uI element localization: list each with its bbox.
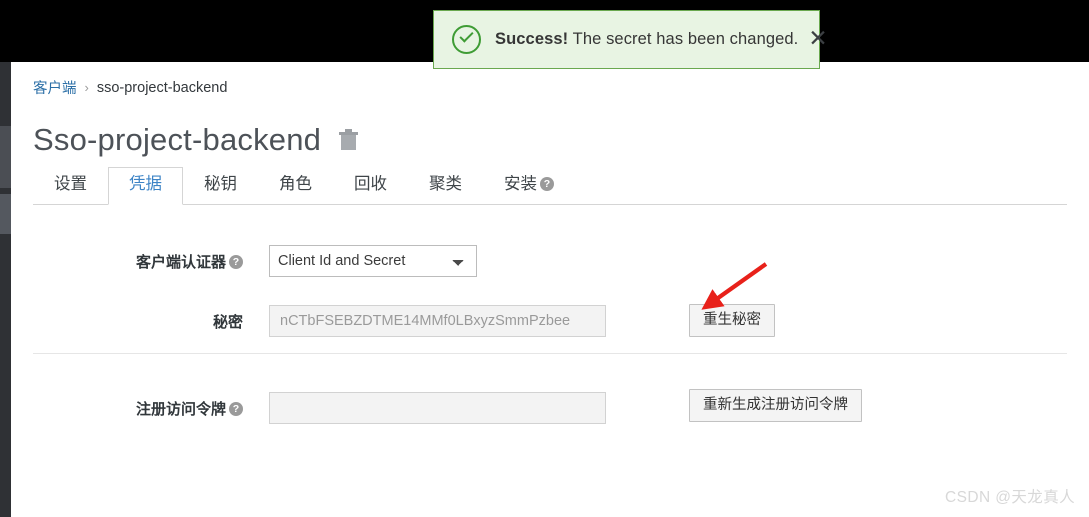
tab-roles-label: 角色 xyxy=(279,175,312,194)
tab-keys[interactable]: 秘钥 xyxy=(183,167,258,205)
breadcrumb-current: sso-project-backend xyxy=(96,79,228,96)
trash-can xyxy=(341,135,357,150)
main-content: 客户端 › sso-project-backend Sso-project-ba… xyxy=(11,62,1089,517)
tab-keys-label: 秘钥 xyxy=(204,175,237,194)
breadcrumb: 客户端 › sso-project-backend xyxy=(33,77,227,98)
regenerate-secret-button[interactable]: 重生秘密 xyxy=(689,304,775,338)
alert-strong-text: Success! xyxy=(495,30,569,48)
tab-clustering-label: 聚类 xyxy=(429,175,462,194)
breadcrumb-parent-link[interactable]: 客户端 xyxy=(33,77,77,98)
form-row-secret: 秘密 重生秘密 xyxy=(33,292,1067,350)
tab-installation-label: 安装 xyxy=(504,175,537,194)
registration-token-control xyxy=(269,392,606,424)
watermark: CSDN @天龙真人 xyxy=(945,489,1075,506)
tab-settings[interactable]: 设置 xyxy=(33,167,108,205)
rail-segment-2[interactable] xyxy=(0,194,11,234)
page-title: Sso-project-backend xyxy=(33,122,322,157)
tab-roles[interactable]: 角色 xyxy=(258,167,333,205)
tab-revocation[interactable]: 回收 xyxy=(333,167,408,205)
alert-body-text: The secret has been changed. xyxy=(568,30,799,48)
client-authenticator-select[interactable]: Client Id and Secret xyxy=(269,245,477,277)
form-divider xyxy=(33,353,1067,354)
success-alert: Success! The secret has been changed. ✕ xyxy=(433,10,828,69)
trash-icon[interactable] xyxy=(339,129,359,151)
form-row-authenticator: 客户端认证器? Client Id and Secret xyxy=(33,232,1067,290)
authenticator-label: 客户端认证器? xyxy=(33,251,269,272)
authenticator-control: Client Id and Secret xyxy=(269,245,477,277)
tab-credentials[interactable]: 凭据 xyxy=(108,167,183,205)
tab-credentials-label: 凭据 xyxy=(129,175,162,194)
help-icon[interactable]: ? xyxy=(540,177,554,192)
tab-revocation-label: 回收 xyxy=(354,175,387,194)
page-title-row: Sso-project-backend xyxy=(33,122,359,158)
breadcrumb-separator-icon: › xyxy=(84,80,89,95)
tab-settings-label: 设置 xyxy=(54,175,87,194)
registration-token-label: 注册访问令牌? xyxy=(33,398,269,419)
authenticator-label-text: 客户端认证器 xyxy=(135,253,226,271)
tab-installation[interactable]: 安装? xyxy=(483,167,575,205)
check-circle-icon xyxy=(452,25,481,54)
tab-bar: 设置 凭据 秘钥 角色 回收 聚类 安装? xyxy=(33,167,1067,205)
help-icon[interactable]: ? xyxy=(229,401,243,416)
secret-input[interactable] xyxy=(269,305,606,337)
secret-label: 秘密 xyxy=(212,313,243,331)
help-icon[interactable]: ? xyxy=(229,254,243,269)
registration-token-input[interactable] xyxy=(269,392,606,424)
regenerate-registration-token-button[interactable]: 重新生成注册访问令牌 xyxy=(689,389,862,423)
left-nav-rail[interactable] xyxy=(0,62,11,517)
secret-control xyxy=(269,305,606,337)
registration-token-label-text: 注册访问令牌 xyxy=(135,400,226,418)
tab-clustering[interactable]: 聚类 xyxy=(408,167,483,205)
credentials-form: 客户端认证器? Client Id and Secret 秘密 重生秘密 注册访… xyxy=(33,205,1067,437)
rail-segment-1[interactable] xyxy=(0,126,11,188)
close-icon[interactable]: ✕ xyxy=(808,28,827,51)
form-row-registration-token: 注册访问令牌? 重新生成注册访问令牌 xyxy=(33,379,1067,437)
alert-message: Success! The secret has been changed. xyxy=(495,30,798,49)
